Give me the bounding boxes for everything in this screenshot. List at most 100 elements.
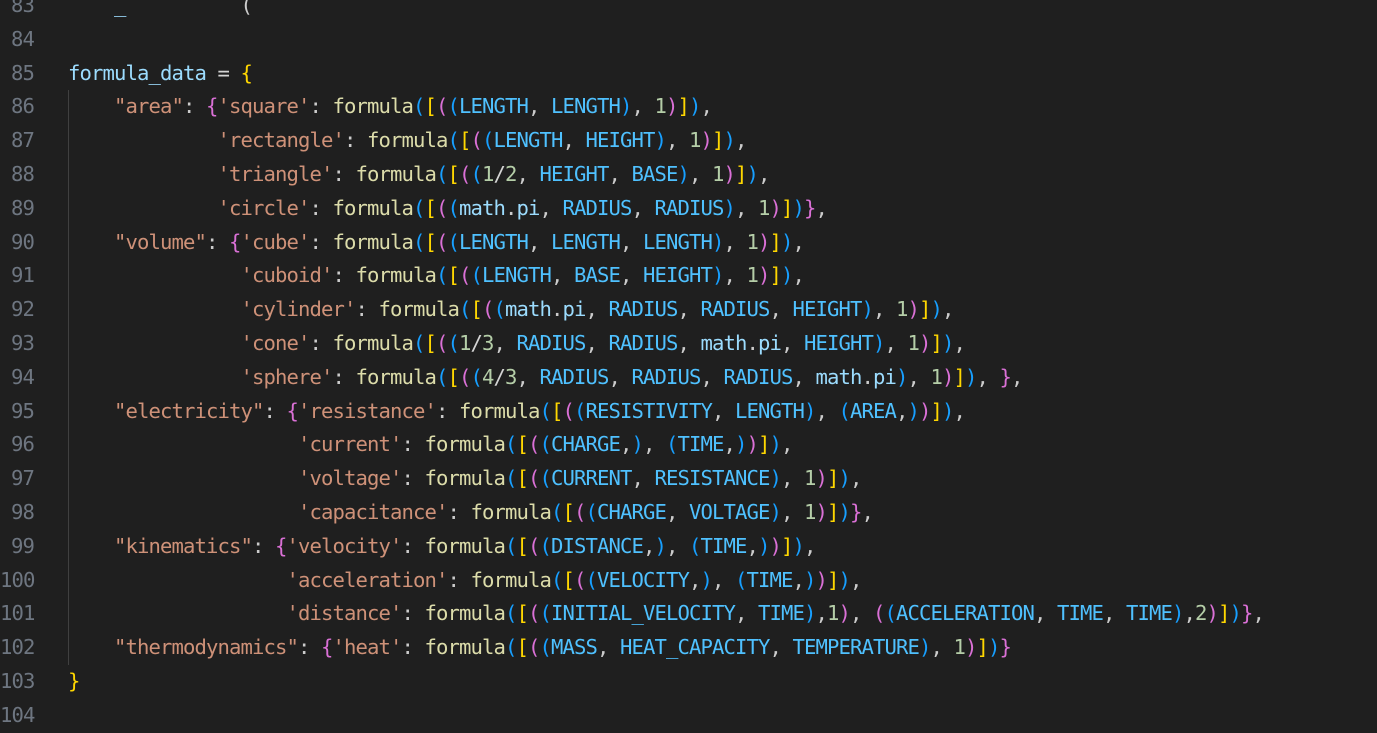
code-token: : xyxy=(297,635,321,660)
code-text: 'voltage': formula([((CURRENT, RESISTANC… xyxy=(68,462,862,496)
code-token: ) xyxy=(861,297,873,322)
code-token: ( xyxy=(413,94,425,119)
code-token: ( xyxy=(435,330,448,355)
line-number: 87 xyxy=(11,128,35,153)
code-line[interactable]: 84 xyxy=(0,23,1377,57)
code-line[interactable]: 95 "electricity": {'resistance': formula… xyxy=(0,394,1377,429)
code-token: LENGTH xyxy=(459,94,529,119)
code-token: formula xyxy=(366,128,448,153)
code-line[interactable]: 85 formula_data = { xyxy=(0,57,1377,91)
code-token: 'triangle' xyxy=(217,161,333,186)
code-token: , xyxy=(815,398,839,423)
code-token: [ xyxy=(424,330,436,355)
line-number: 85 xyxy=(11,60,35,85)
code-token: formula xyxy=(470,567,551,592)
code-line[interactable]: 97 'voltage': formula([((CURRENT, RESIST… xyxy=(0,462,1377,496)
code-token: ) xyxy=(757,263,770,288)
code-line[interactable]: 101 'distance': formula([((INITIAL_VELOC… xyxy=(0,597,1377,632)
code-token: ( xyxy=(527,432,540,457)
code-token: ( xyxy=(493,297,505,322)
code-token: ) xyxy=(758,229,770,254)
code-token: [ xyxy=(516,432,528,457)
code-token: , xyxy=(757,161,770,186)
code-line[interactable]: 91 'cuboid': formula([((LENGTH, BASE, HE… xyxy=(0,259,1377,294)
code-token: ( xyxy=(550,499,563,524)
code-token: ) xyxy=(769,533,781,558)
code-text: 'cone': formula([((1/3, RADIUS, RADIUS, … xyxy=(68,327,965,361)
code-line[interactable]: 102 "thermodynamics": {'heat': formula([… xyxy=(0,631,1377,665)
code-token: 1 xyxy=(826,601,839,626)
code-token: ( xyxy=(539,398,551,423)
code-token: : xyxy=(309,195,333,220)
code-token: ] xyxy=(826,499,839,524)
code-token: { xyxy=(320,635,333,660)
code-token: ) xyxy=(620,94,632,119)
code-line[interactable]: 104 xyxy=(0,699,1377,733)
code-token: 1 xyxy=(757,195,770,220)
line-number: 86 xyxy=(11,94,35,119)
code-token: CURRENT xyxy=(550,466,632,491)
code-line[interactable]: 100 'acceleration': formula([((VELOCITY,… xyxy=(0,563,1377,598)
code-token: ( xyxy=(665,432,678,457)
code-token: BASE xyxy=(631,161,678,186)
code-token: , xyxy=(677,330,701,355)
code-token: ( xyxy=(435,263,448,288)
code-token: , xyxy=(596,635,620,660)
code-token: ) xyxy=(666,94,678,119)
code-line[interactable]: 87 'rectangle': formula([((LENGTH, HEIGH… xyxy=(0,124,1377,158)
code-token: 2 xyxy=(1194,601,1207,626)
code-line[interactable]: 90 "volume": {'cube': formula([((LENGTH,… xyxy=(0,225,1377,260)
code-token: , xyxy=(1102,601,1126,626)
code-token: ) xyxy=(757,533,770,558)
code-token: [ xyxy=(424,94,437,119)
code-line[interactable]: 94 'sphere': formula([((4/3, RADIUS, RAD… xyxy=(0,360,1377,395)
code-token: , xyxy=(780,432,793,457)
code-token: ( xyxy=(447,94,460,119)
code-text: 'cuboid': formula([((LENGTH, BASE, HEIGH… xyxy=(68,259,804,293)
code-line[interactable]: 99 "kinematics": {'velocity': formula([(… xyxy=(0,529,1377,564)
code-token: pi xyxy=(562,297,586,322)
code-token: ) xyxy=(746,432,758,457)
code-line[interactable]: 89 'circle': formula([((math.pi, RADIUS,… xyxy=(0,191,1377,226)
code-line[interactable]: 88 'triangle': formula([((1/2, HEIGHT, B… xyxy=(0,157,1377,192)
code-token: 1 xyxy=(746,229,759,254)
code-token: , xyxy=(631,94,655,119)
code-token: ( xyxy=(436,229,448,254)
code-line[interactable]: 92 'cylinder': formula([((math.pi, RADIU… xyxy=(0,293,1377,327)
code-token: "area" xyxy=(114,94,184,119)
code-token: , xyxy=(631,466,655,491)
code-token: 'cube' xyxy=(240,229,311,254)
code-token: 'voltage' xyxy=(297,466,402,491)
code-line[interactable]: 86 "area": {'square': formula([((LENGTH,… xyxy=(0,90,1377,125)
code-token: ) xyxy=(838,601,850,626)
code-token: : xyxy=(332,161,356,186)
code-token: ( xyxy=(447,195,459,220)
code-token: ) xyxy=(1206,601,1218,626)
code-token: TIME xyxy=(677,432,724,457)
code-token: : xyxy=(206,229,229,254)
line-number: 94 xyxy=(11,364,35,389)
code-line[interactable]: 98 'capacitance': formula([((CHARGE, VOL… xyxy=(0,495,1377,530)
code-text: "volume": {'cube': formula([((LENGTH, LE… xyxy=(68,226,805,260)
code-token: TIME xyxy=(700,533,747,558)
code-token: , xyxy=(930,635,954,660)
code-text: "electricity": {'resistance': formula([(… xyxy=(68,395,966,429)
code-line[interactable]: 103} xyxy=(0,665,1377,699)
code-line[interactable]: 96 'current': formula([((CHARGE,), (TIME… xyxy=(0,428,1377,463)
code-token: ( xyxy=(573,499,586,524)
code-token: } xyxy=(1240,601,1253,626)
code-token: } xyxy=(803,195,816,220)
code-line[interactable]: 93 'cone': formula([((1/3, RADIUS, RADIU… xyxy=(0,326,1377,361)
code-token: ) xyxy=(838,499,850,524)
code-token: RADIUS xyxy=(562,195,632,220)
code-token: : xyxy=(309,229,333,254)
code-token: TIME xyxy=(746,567,793,592)
code-line[interactable]: 83 _ ( xyxy=(0,0,1377,23)
code-editor[interactable]: 83 _ ( 84 85 formula_data = { 86 "area": { '… xyxy=(0,0,1377,733)
code-text: 'sphere': formula([((4/3, RADIUS, RADIUS… xyxy=(68,361,1023,395)
code-token: } xyxy=(999,364,1011,389)
code-token: ) xyxy=(792,533,804,558)
code-token: : xyxy=(251,533,275,558)
